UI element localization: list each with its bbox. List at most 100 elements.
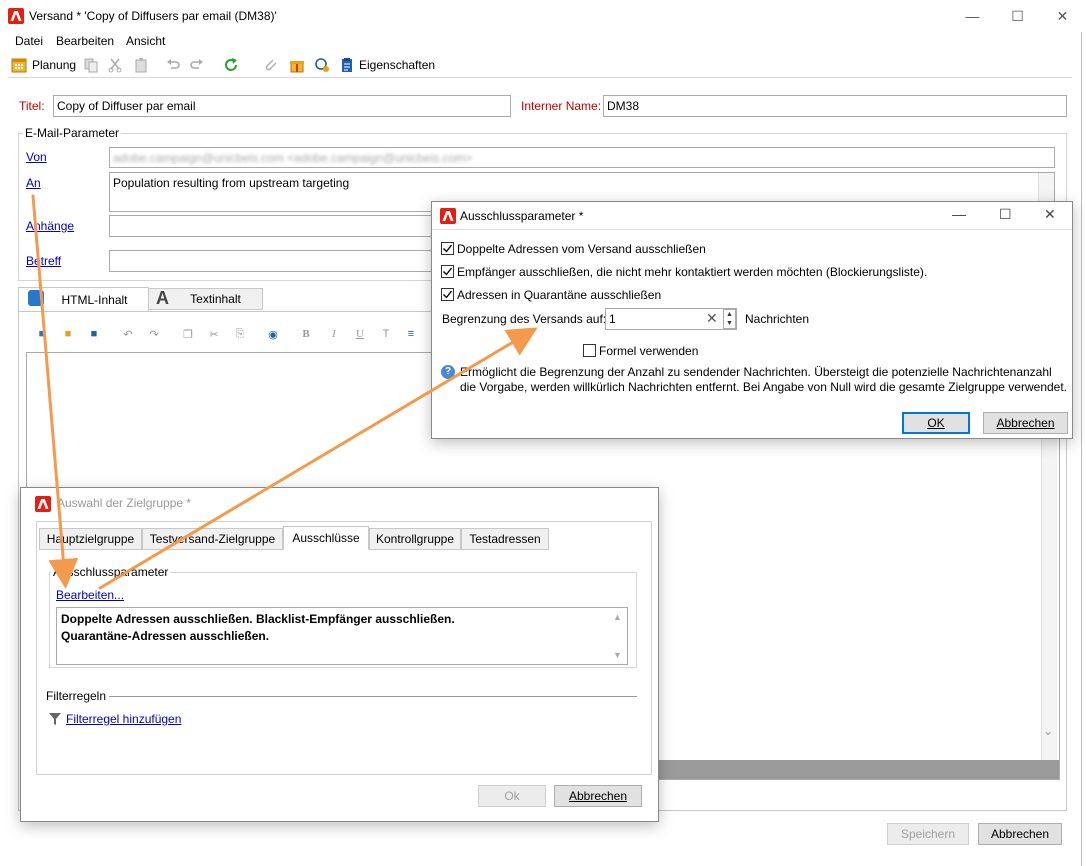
menu-ansicht[interactable]: Ansicht	[126, 34, 165, 48]
attachment-icon[interactable]	[262, 56, 280, 74]
info-text: Ermöglicht die Begrenzung der Anzahl zu …	[460, 365, 1068, 394]
redo-icon[interactable]	[188, 56, 206, 74]
info-icon: ?	[441, 365, 455, 379]
titel-label: Titel:	[19, 99, 45, 113]
titel-field[interactable]: Copy of Diffuser par email	[53, 95, 511, 117]
exclusion-group-title: Ausschlussparameter	[51, 565, 171, 579]
dialog-close-icon[interactable]: ✕	[1044, 206, 1056, 223]
folder-icon[interactable]: ■	[60, 326, 76, 342]
minimize-icon[interactable]: —	[950, 0, 995, 32]
filter-rules-title: Filterregeln	[46, 689, 107, 703]
menu-bar: Datei Bearbeiten Ansicht	[0, 32, 1082, 50]
checkbox-formula[interactable]	[583, 344, 596, 357]
close-icon[interactable]: ✕	[1040, 0, 1085, 32]
window-title: Versand * 'Copy of Diffusers par email (…	[29, 9, 277, 23]
properties-icon[interactable]	[338, 56, 356, 74]
tab-html-label: HTML-Inhalt	[61, 292, 128, 307]
menu-datei[interactable]: Datei	[15, 34, 43, 48]
target-selection-dialog: Auswahl der Zielgruppe * Hauptzielgruppe…	[20, 487, 659, 822]
checkbox-blocklist[interactable]	[441, 265, 454, 278]
betreff-field[interactable]	[109, 250, 439, 272]
exclusion-ok-label: OK	[927, 416, 945, 430]
summary-line-2: Quarantäne-Adressen ausschließen.	[61, 629, 270, 643]
limit-unit: Nachrichten	[745, 312, 810, 326]
calendar-icon[interactable]	[10, 56, 28, 74]
target-cancel-button[interactable]: Abbrechen	[554, 785, 642, 807]
maximize-icon[interactable]: ☐	[995, 0, 1040, 32]
undo-icon[interactable]	[164, 56, 182, 74]
paste-icon[interactable]	[132, 56, 150, 74]
gift-icon[interactable]	[288, 56, 306, 74]
internal-name-field[interactable]: DM38	[603, 95, 1067, 117]
copy-icon[interactable]	[82, 56, 100, 74]
von-field[interactable]: adobe.campaign@unicbeis.com <adobe.campa…	[109, 147, 1055, 168]
eigenschaften-button[interactable]: Eigenschaften	[359, 58, 435, 72]
planung-button[interactable]: Planung	[32, 58, 76, 72]
duplicates-label: Doppelte Adressen vom Versand ausschließ…	[457, 242, 706, 256]
summary-scroll-down-icon[interactable]: ▼	[613, 650, 622, 660]
exclusion-ok-button[interactable]: OK	[902, 412, 970, 434]
exclusion-params-dialog: Ausschlussparameter * — ☐ ✕ Doppelte Adr…	[431, 201, 1073, 439]
binoculars-icon[interactable]: ◉	[265, 326, 281, 342]
target-ok-button[interactable]: Ok	[478, 785, 546, 807]
blocklist-label: Empfänger ausschließen, die nicht mehr k…	[457, 265, 928, 279]
spinner-icon[interactable]: ▲ ▼	[723, 309, 736, 329]
formula-label: Formel verwenden	[599, 344, 699, 358]
editor-redo-icon[interactable]: ↷	[146, 326, 162, 342]
scroll-down-icon[interactable]: ⌄	[1043, 724, 1053, 738]
list-icon[interactable]: ≡	[403, 326, 419, 342]
tab-exclusions[interactable]: Ausschlüsse	[283, 526, 369, 550]
html-icon	[28, 290, 44, 306]
dialog-minimize-icon[interactable]: —	[952, 206, 966, 222]
tab-seed-addresses[interactable]: Testadressen	[461, 528, 549, 550]
editor-cut-icon[interactable]: ✂	[206, 326, 222, 342]
editor-paste-icon[interactable]: ⎘	[232, 326, 248, 342]
editor-undo-icon[interactable]: ↶	[120, 326, 136, 342]
exclusion-dialog-title: Ausschlussparameter *	[460, 209, 584, 223]
text-size-icon[interactable]: T	[378, 326, 394, 342]
summary-scroll-up-icon[interactable]: ▲	[613, 612, 622, 622]
exclusion-cancel-label: Abbrechen	[996, 416, 1055, 430]
edit-link[interactable]: Bearbeiten...	[56, 588, 124, 602]
editor-status-bar	[658, 760, 1059, 779]
save-icon[interactable]: ■	[86, 326, 102, 342]
summary-line-1: Doppelte Adressen ausschließen. Blacklis…	[61, 612, 455, 626]
editor-copy-icon[interactable]: ❐	[180, 326, 196, 342]
checkbox-duplicates[interactable]	[441, 242, 454, 255]
internal-name-label: Interner Name:	[521, 99, 602, 113]
anhaenge-link[interactable]: Anhänge	[26, 219, 74, 233]
betreff-link[interactable]: Betreff	[26, 254, 61, 268]
cut-icon[interactable]	[106, 56, 124, 74]
target-settings-icon[interactable]	[313, 56, 331, 74]
main-cancel-button[interactable]: Abbrechen	[978, 823, 1062, 845]
tab-proof-target[interactable]: Testversand-Zielgruppe	[142, 528, 283, 550]
limit-label: Begrenzung des Versands auf:	[442, 312, 607, 326]
von-link[interactable]: Von	[26, 150, 47, 164]
italic-button[interactable]: I	[326, 326, 342, 342]
filter-divider	[109, 696, 637, 697]
anhaenge-field[interactable]	[109, 215, 439, 237]
menu-bearbeiten[interactable]: Bearbeiten	[56, 34, 114, 48]
clear-icon[interactable]: ✕	[706, 310, 718, 327]
main-toolbar: Planung Eigenschaften	[8, 52, 1072, 78]
adobe-logo-icon	[35, 496, 51, 512]
add-filter-link[interactable]: Filterregel hinzufügen	[66, 712, 181, 726]
bold-button[interactable]: B	[298, 326, 314, 342]
refresh-icon[interactable]	[222, 56, 240, 74]
underline-button[interactable]: U	[352, 326, 368, 342]
editor-new-icon[interactable]: ■	[34, 326, 50, 342]
checkbox-quarantine[interactable]	[441, 288, 454, 301]
text-a-icon: A	[156, 288, 169, 308]
dialog-divider	[432, 229, 1072, 230]
tab-control-group[interactable]: Kontrollgruppe	[369, 528, 461, 550]
dialog-maximize-icon[interactable]: ☐	[999, 206, 1012, 223]
target-cancel-label: Abbrechen	[568, 789, 628, 803]
von-value: adobe.campaign@unicbeis.com <adobe.campa…	[113, 151, 473, 165]
exclusion-cancel-button[interactable]: Abbrechen	[983, 412, 1068, 434]
an-link[interactable]: An	[26, 176, 41, 190]
quarantine-label: Adressen in Quarantäne ausschließen	[457, 288, 662, 302]
tab-main-target[interactable]: Hauptzielgruppe	[39, 528, 142, 550]
save-button[interactable]: Speichern	[887, 823, 969, 845]
title-bar: Versand * 'Copy of Diffusers par email (…	[0, 0, 1082, 32]
email-params-title: E-Mail-Parameter	[23, 126, 122, 140]
